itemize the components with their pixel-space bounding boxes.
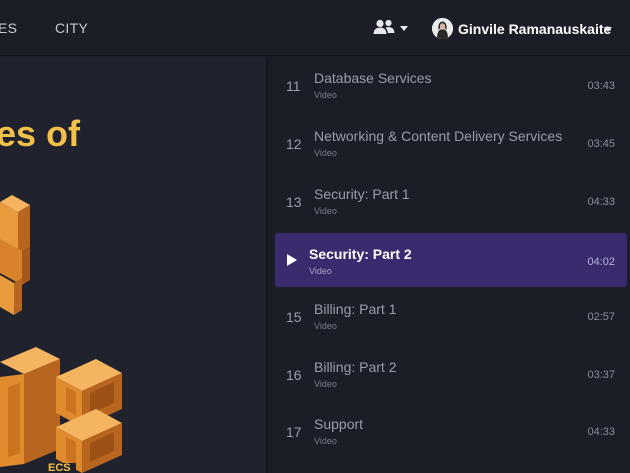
- lecture-title: Security: Part 1: [314, 186, 410, 202]
- user-name: Ginvile Ramanauskaite: [458, 21, 612, 37]
- video-player[interactable]: es of ECS: [0, 57, 267, 473]
- lecture-title: Support: [314, 416, 364, 432]
- lecture-title: Networking & Content Delivery Services: [314, 128, 563, 144]
- top-bar: ES CITY Ginvile Ramanauskaite: [0, 0, 630, 56]
- caret-down-icon: [400, 26, 408, 31]
- lecture-title: Database Services: [314, 70, 432, 86]
- lecture-type: Video: [314, 90, 337, 100]
- lecture-number: 12: [286, 136, 302, 152]
- lecture-number: 11: [286, 78, 301, 94]
- lecture-title: Billing: Part 1: [314, 301, 397, 317]
- lecture-row[interactable]: 15 Billing: Part 1 Video 02:57: [268, 288, 630, 342]
- lecture-type: Video: [314, 148, 337, 158]
- lecture-type: Video: [314, 436, 337, 446]
- lecture-row[interactable]: 11 Database Services Video 03:43: [268, 57, 630, 111]
- lecture-row[interactable]: 16 Billing: Part 2 Video 03:37: [268, 346, 630, 400]
- lecture-number: 15: [286, 309, 302, 325]
- lecture-duration: 03:45: [587, 138, 615, 150]
- lecture-number: 13: [286, 194, 302, 210]
- user-menu-button[interactable]: Ginvile Ramanauskaite: [432, 18, 620, 40]
- lecture-type: Video: [314, 321, 337, 331]
- lecture-number: 17: [286, 424, 302, 440]
- lecture-duration: 03:37: [587, 369, 615, 381]
- play-icon: [287, 254, 297, 266]
- lecture-number: 16: [286, 367, 302, 383]
- lecture-list: 11 Database Services Video 03:43 12 Netw…: [268, 57, 630, 473]
- lecture-duration: 04:33: [587, 426, 615, 438]
- lecture-row[interactable]: 13 Security: Part 1 Video 04:33: [268, 173, 630, 227]
- lecture-duration: 02:57: [587, 311, 615, 323]
- people-icon: [373, 19, 395, 34]
- lecture-duration: 03:43: [587, 80, 615, 92]
- lecture-type: Video: [314, 206, 337, 216]
- lecture-duration: 04:33: [587, 196, 615, 208]
- ecs-illustration: [0, 195, 122, 473]
- community-menu-button[interactable]: [373, 19, 408, 37]
- avatar: [432, 18, 453, 39]
- lecture-row[interactable]: 17 Support Video 04:33: [268, 403, 630, 457]
- lecture-title: Billing: Part 2: [314, 359, 397, 375]
- slide-caption: ECS: [48, 462, 71, 473]
- lecture-type: Video: [314, 379, 337, 389]
- lecture-title: Security: Part 2: [309, 246, 412, 262]
- lecture-row-active[interactable]: Security: Part 2 Video 04:02: [275, 233, 627, 287]
- nav-item-courses[interactable]: ES: [0, 20, 17, 36]
- lecture-row[interactable]: 12 Networking & Content Delivery Service…: [268, 115, 630, 169]
- caret-down-icon: [604, 27, 612, 32]
- lecture-type: Video: [309, 266, 332, 276]
- nav-item-city[interactable]: CITY: [55, 20, 88, 36]
- lecture-duration: 04:02: [587, 256, 615, 268]
